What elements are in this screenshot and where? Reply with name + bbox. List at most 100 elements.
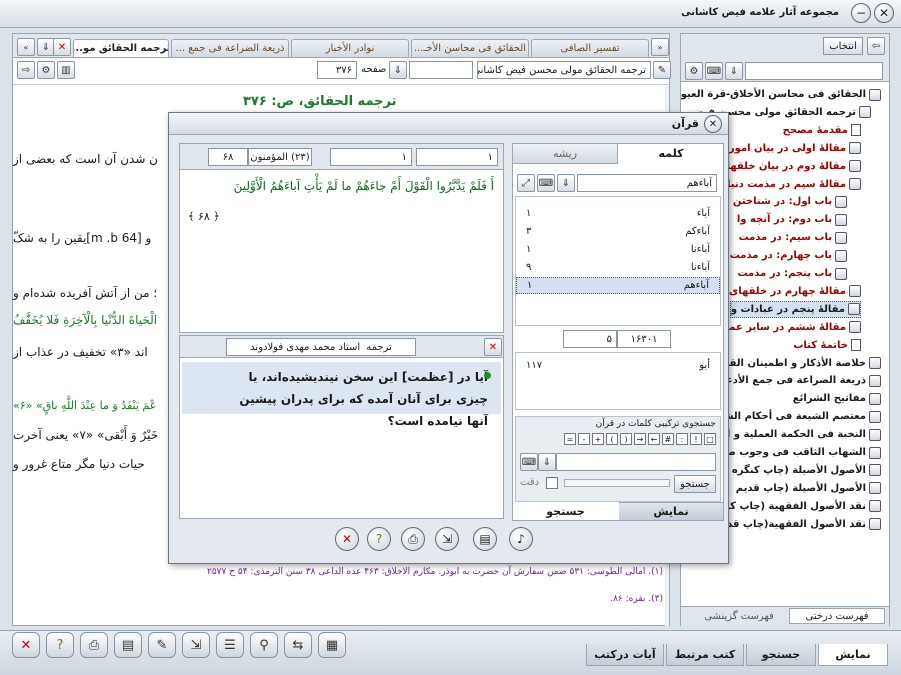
symbol-button[interactable]: - xyxy=(578,433,590,445)
settings-icon[interactable]: ⚙ xyxy=(685,62,703,80)
tree-item[interactable]: خلاصة الأذکار و اطمینان القـ xyxy=(726,355,881,372)
symbol-button[interactable]: □ xyxy=(704,433,716,445)
hizb-field[interactable]: ۱ xyxy=(416,148,498,166)
tree-item[interactable]: مقالهٔ دوم در بیان خلقها xyxy=(727,158,861,175)
list-item[interactable]: ۱۱۷ أبو xyxy=(516,357,720,374)
list-item[interactable]: ۹ آباءنا xyxy=(516,259,720,276)
export-icon[interactable]: ⇲ xyxy=(435,527,459,551)
tab-close-icon[interactable]: ✕ xyxy=(53,38,71,56)
translator-select[interactable]: ترجمه استاد محمد مهدی فولادوند xyxy=(226,338,416,356)
compare-icon[interactable]: ⇆ xyxy=(284,632,312,658)
tree-item[interactable]: خاتمهٔ کتاب xyxy=(793,337,861,354)
symbol-button[interactable]: # xyxy=(662,433,674,445)
copy-icon[interactable]: ▤ xyxy=(473,527,497,551)
tab-tree-index[interactable]: فهرست درختی xyxy=(789,608,885,624)
dropdown-icon[interactable]: ⇓ xyxy=(538,453,556,471)
minimize-window-icon[interactable]: − xyxy=(851,3,871,23)
document-scrollbar[interactable] xyxy=(13,84,669,85)
list-item[interactable]: ۱ آباءنا xyxy=(516,241,720,258)
bottom-tab-display[interactable]: نمایش xyxy=(818,644,888,666)
juz-field[interactable]: ۱ xyxy=(330,148,412,166)
symbol-button[interactable]: ( xyxy=(620,433,632,445)
bottom-tab-related-books[interactable]: کتب مرتبط xyxy=(666,644,744,666)
tab-word[interactable]: کلمه xyxy=(619,144,723,164)
tree-item[interactable]: الشهاب الثاقب فی وجوب صلا xyxy=(718,444,881,461)
tree-item[interactable]: النخبة فی الحکمة العملیة و ا xyxy=(727,426,881,443)
tree-item[interactable]: مقالهٔ پنجم در عبادات و xyxy=(729,300,861,318)
tab-root[interactable]: ریشه xyxy=(513,144,618,164)
tree-search-input[interactable] xyxy=(745,62,883,80)
tab-tarjome-haqaiq[interactable]: ترجمه الحقائق مو... xyxy=(73,39,169,57)
combined-search-input[interactable] xyxy=(556,453,716,471)
symbol-button[interactable]: → xyxy=(634,433,646,445)
tree-item[interactable]: معتصم الشیعة فی أحکام الشر xyxy=(718,408,881,425)
verse-number-field[interactable]: ۶۸ xyxy=(208,148,248,166)
list-item[interactable]: ۳ آباءکم xyxy=(516,223,720,240)
page-dropdown-icon[interactable]: ⇓ xyxy=(389,61,407,79)
book-icon[interactable]: ▤ xyxy=(114,632,142,658)
settings-icon[interactable]: ⚙ xyxy=(37,61,55,79)
expand-icon[interactable]: ⤢ xyxy=(517,174,535,192)
tree-item[interactable]: مقالهٔ سیم در مذمت دنیا xyxy=(727,176,861,193)
page-number-field[interactable]: ۳۷۶ xyxy=(317,61,357,79)
tree-item[interactable]: مفاتیح الشرائع xyxy=(793,390,881,407)
help-icon[interactable]: ? xyxy=(46,632,74,658)
print-icon[interactable]: ⎙ xyxy=(80,632,108,658)
search-button[interactable]: جستجو xyxy=(674,475,716,493)
symbol-button[interactable]: ! xyxy=(690,433,702,445)
tab-zariat[interactable]: ذریعة الضراعة فی جمع ... xyxy=(171,39,289,57)
help-icon[interactable]: ? xyxy=(367,527,391,551)
search-icon[interactable]: ⚲ xyxy=(250,632,278,658)
tab-haqaiq[interactable]: الحقائق فی محاسن الأخـ... xyxy=(411,39,529,57)
edit-icon[interactable]: ✎ xyxy=(148,632,176,658)
close-icon[interactable]: ✕ xyxy=(12,632,40,658)
tree-item[interactable]: مقالهٔ چهارم در خلقهای xyxy=(729,283,861,300)
bottom-tab-verses-in-books[interactable]: آیات درکتب xyxy=(586,644,664,666)
tree-item[interactable]: مقالهٔ اولی در بیان امور xyxy=(729,140,861,157)
tree-item[interactable]: الأصول الأصیلة (چاپ قدیم xyxy=(736,480,881,497)
tree-item[interactable]: الحقائق فی محاسن الأخلاق-قرة العیون xyxy=(681,86,881,103)
tree-item[interactable]: باب اول: در شناختن xyxy=(733,193,847,210)
tab-nawadir[interactable]: نوادر الأخبار xyxy=(291,39,409,57)
audio-icon[interactable]: ♪ xyxy=(509,527,533,551)
tree-item[interactable]: باب چهارم: در مذمت xyxy=(730,247,847,264)
surah-field[interactable]: (۲۳) المؤمنون xyxy=(248,148,312,166)
tree-item[interactable]: نقد الأصول الفقهیة (چاپ کنـ xyxy=(723,498,881,515)
columns-icon[interactable]: ▥ xyxy=(57,61,75,79)
symbol-button[interactable]: + xyxy=(592,433,604,445)
tab-scroll-right-icon[interactable]: » xyxy=(651,38,669,56)
tree-item[interactable]: الأصول الأصیلة (چاپ کنگره xyxy=(732,462,881,479)
close-window-icon[interactable]: ✕ xyxy=(874,3,894,23)
keyboard-icon[interactable]: ⌨ xyxy=(520,453,538,471)
symbol-button[interactable]: ) xyxy=(606,433,618,445)
eraser-icon[interactable]: ✎ xyxy=(653,61,671,79)
tree-item[interactable]: باب پنجم: در مذمت xyxy=(737,265,847,282)
tree-item[interactable]: مقالهٔ ششم در سایر عملها xyxy=(715,319,861,336)
book-select[interactable]: ترجمه الحقائق مولی محسن فیض کاشانی xyxy=(477,61,651,79)
dialog-close-icon[interactable]: ✕ xyxy=(704,115,722,133)
dropdown-icon[interactable]: ⇓ xyxy=(725,62,743,80)
list-item-selected[interactable]: ۱ آباءهم xyxy=(516,277,720,294)
tree-item[interactable]: ذریعة الضراعة فی جمع الأدعـ xyxy=(722,372,881,389)
tree-item[interactable]: مقدمهٔ مصحح xyxy=(783,122,861,139)
word-search-input[interactable]: آباءهم xyxy=(577,174,717,192)
tab-selected-index[interactable]: فهرست گزینشی xyxy=(691,608,787,624)
symbol-button[interactable]: = xyxy=(564,433,576,445)
select-button[interactable]: انتخاب xyxy=(823,37,863,55)
keyboard-icon[interactable]: ⌨ xyxy=(705,62,723,80)
tree-item[interactable]: باب سیم: در مذمت xyxy=(739,229,847,246)
tree-item[interactable]: نقد الأصول الفقهیة(چاپ قدیم) xyxy=(711,516,881,533)
print-icon[interactable]: ⎙ xyxy=(401,527,425,551)
tab-tafsir-safi[interactable]: تفسیر الصافی xyxy=(531,39,649,57)
tab-search[interactable]: جستجو xyxy=(513,502,618,520)
tab-scroll-left-icon[interactable]: « xyxy=(17,38,35,56)
tab-show[interactable]: نمایش xyxy=(619,502,723,520)
translation-close-icon[interactable]: ✕ xyxy=(484,338,502,356)
tree-item[interactable]: باب دوم: در آنچه وا xyxy=(737,211,847,228)
next-page-icon[interactable]: ⇨ xyxy=(17,61,35,79)
exact-checkbox[interactable] xyxy=(546,477,558,489)
back-arrow-icon[interactable]: ⇦ xyxy=(867,37,885,55)
symbol-button[interactable]: ← xyxy=(648,433,660,445)
list-icon[interactable]: ☰ xyxy=(216,632,244,658)
symbol-button[interactable]: : xyxy=(676,433,688,445)
